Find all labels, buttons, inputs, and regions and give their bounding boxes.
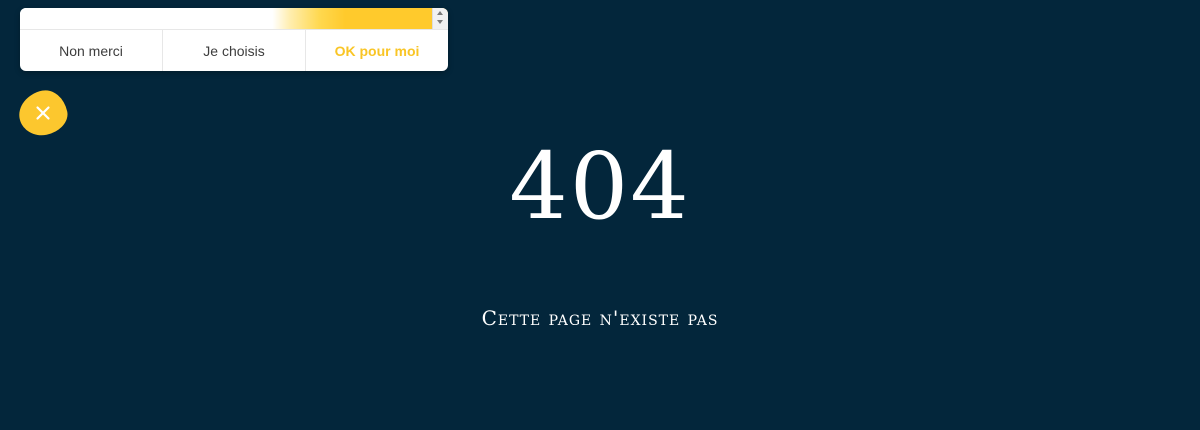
consent-scrollbar[interactable] <box>432 8 448 29</box>
consent-button-row: Non merci Je choisis OK pour moi <box>20 29 448 71</box>
cookie-consent-panel: Non merci Je choisis OK pour moi <box>20 8 448 71</box>
consent-banner-preview <box>20 8 448 29</box>
error-code: 404 <box>509 133 691 240</box>
error-message: Cette page n'existe pas <box>481 306 719 330</box>
scroll-up-icon[interactable] <box>437 11 443 15</box>
decline-button[interactable]: Non merci <box>20 30 162 71</box>
customize-button[interactable]: Je choisis <box>162 30 305 71</box>
error-page: Non merci Je choisis OK pour moi 404 Cet… <box>0 0 1200 430</box>
accept-button[interactable]: OK pour moi <box>305 30 448 71</box>
close-icon <box>36 106 50 120</box>
scroll-down-icon[interactable] <box>437 20 443 24</box>
